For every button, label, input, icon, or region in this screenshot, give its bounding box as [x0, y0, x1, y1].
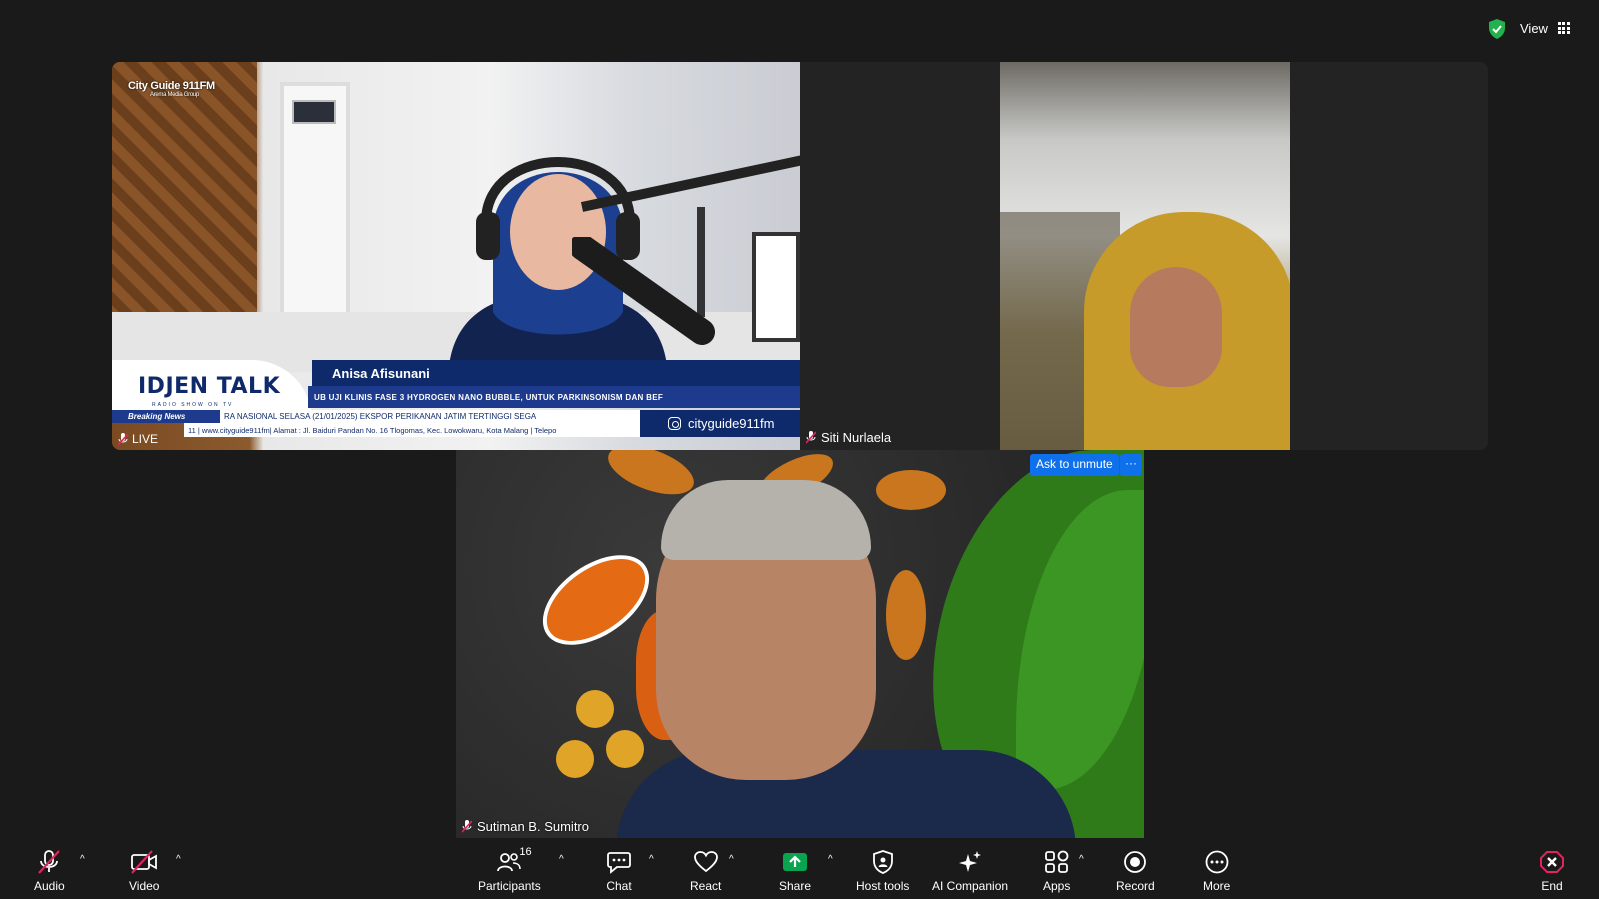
chat-label: Chat	[606, 879, 632, 893]
video-tile-siti[interactable]	[1000, 62, 1290, 450]
chat-button[interactable]: Chat	[606, 850, 632, 893]
tile-more-options-button[interactable]: ···	[1120, 454, 1142, 476]
more-dots-icon	[1205, 850, 1229, 874]
video-button[interactable]: Video	[129, 850, 159, 893]
record-icon	[1124, 851, 1147, 873]
meeting-top-bar: View	[0, 0, 1599, 56]
share-button[interactable]: Share	[779, 850, 811, 893]
more-button[interactable]: More	[1203, 850, 1230, 893]
news-ticker: RA NASIONAL SELASA (21/01/2025) EKSPOR P…	[220, 410, 640, 423]
meeting-toolbar: Audio ^ Video ^ 16 Participants ^ Chat ^…	[0, 842, 1599, 899]
video-options-caret-icon[interactable]: ^	[176, 854, 181, 865]
instagram-handle-box: cityguide911fm	[640, 410, 800, 437]
more-label: More	[1203, 879, 1231, 893]
participants-options-caret-icon[interactable]: ^	[559, 854, 564, 865]
audio-options-caret-icon[interactable]: ^	[80, 854, 85, 865]
chat-options-caret-icon[interactable]: ^	[649, 854, 654, 865]
participants-count: 16	[519, 846, 532, 858]
logo-name: City Guide 911FM	[128, 80, 215, 92]
participant-name-live: LIVE	[118, 432, 158, 446]
host-tools-button[interactable]: Host tools	[856, 850, 909, 893]
participants-button[interactable]: 16 Participants	[478, 846, 541, 893]
tv-lower-third: IDJEN TALK RADIO SHOW ON TV Anisa Afisun…	[112, 360, 800, 450]
mic-muted-icon	[806, 431, 816, 444]
turmeric-root	[886, 570, 926, 660]
show-title: IDJEN TALK	[138, 374, 281, 399]
view-button[interactable]: View	[1520, 16, 1570, 40]
video-tile-sutiman[interactable]: Sutiman B. Sumitro	[456, 450, 1144, 838]
wall-frame	[292, 100, 336, 124]
show-subtitle: RADIO SHOW ON TV	[152, 402, 234, 408]
record-button[interactable]: Record	[1116, 850, 1155, 893]
apps-options-caret-icon[interactable]: ^	[1079, 854, 1084, 865]
end-meeting-button[interactable]: End	[1539, 850, 1565, 893]
turmeric-slice	[606, 730, 644, 768]
sutiman-name-label: Sutiman B. Sumitro	[477, 819, 589, 834]
participants-label: Participants	[478, 879, 541, 893]
mic-muted-icon	[462, 820, 472, 833]
participant-hair	[661, 480, 871, 560]
sparkle-ai-icon	[959, 851, 982, 872]
share-label: Share	[779, 879, 812, 893]
view-label: View	[1520, 20, 1548, 36]
logo-sub: Arema Media Group	[150, 92, 199, 98]
ask-to-unmute-button[interactable]: Ask to unmute	[1030, 454, 1119, 476]
instagram-icon	[668, 417, 681, 430]
ai-companion-button[interactable]: AI Companion	[932, 850, 1008, 893]
participant-name-siti: Siti Nurlaela	[806, 430, 891, 445]
video-off-icon	[131, 850, 158, 874]
mic-muted-icon	[38, 850, 61, 874]
studio-monitor	[752, 232, 800, 342]
audio-label: Audio	[34, 879, 65, 893]
mic-muted-icon	[118, 432, 128, 446]
breaking-news-label: Breaking News	[112, 410, 220, 423]
instagram-handle: cityguide911fm	[688, 416, 775, 431]
participant-shirt	[616, 750, 1076, 838]
record-label: Record	[1116, 879, 1155, 893]
heart-react-icon	[693, 851, 718, 873]
apps-label: Apps	[1043, 879, 1071, 893]
headline: UB UJI KLINIS FASE 3 HYDROGEN NANO BUBBL…	[308, 386, 800, 408]
apps-grid-icon	[1044, 850, 1069, 873]
address-ticker: 11 | www.cityguide911fm| Alamat : Jl. Ba…	[184, 423, 640, 437]
live-label: LIVE	[132, 432, 159, 446]
react-options-caret-icon[interactable]: ^	[729, 854, 734, 865]
host-name: Anisa Afisunani	[312, 360, 800, 386]
audio-button[interactable]: Audio	[34, 850, 65, 893]
encryption-shield-icon[interactable]	[1488, 19, 1506, 39]
react-label: React	[690, 879, 722, 893]
video-tile-studio[interactable]: City Guide 911FM Arema Media Group IDJEN…	[112, 62, 800, 450]
end-x-icon	[1540, 851, 1564, 873]
grid-view-icon	[1557, 22, 1570, 34]
turmeric-root	[876, 470, 946, 510]
participant-name-sutiman: Sutiman B. Sumitro	[462, 819, 589, 834]
chat-icon	[607, 852, 631, 874]
turmeric-slice	[576, 690, 614, 728]
siti-name-label: Siti Nurlaela	[821, 430, 892, 445]
station-logo: City Guide 911FM Arema Media Group	[128, 80, 215, 98]
react-button[interactable]: React	[690, 850, 721, 893]
turmeric-slice	[556, 740, 594, 778]
video-label: Video	[129, 879, 160, 893]
apps-button[interactable]: Apps	[1043, 850, 1070, 893]
end-label: End	[1541, 879, 1563, 893]
participant-face	[1130, 267, 1222, 387]
share-screen-icon	[783, 853, 808, 871]
ai-companion-label: AI Companion	[932, 879, 1009, 893]
host-shield-icon	[872, 850, 893, 874]
host-tools-label: Host tools	[856, 879, 910, 893]
share-options-caret-icon[interactable]: ^	[828, 854, 833, 865]
microphone	[572, 237, 715, 345]
